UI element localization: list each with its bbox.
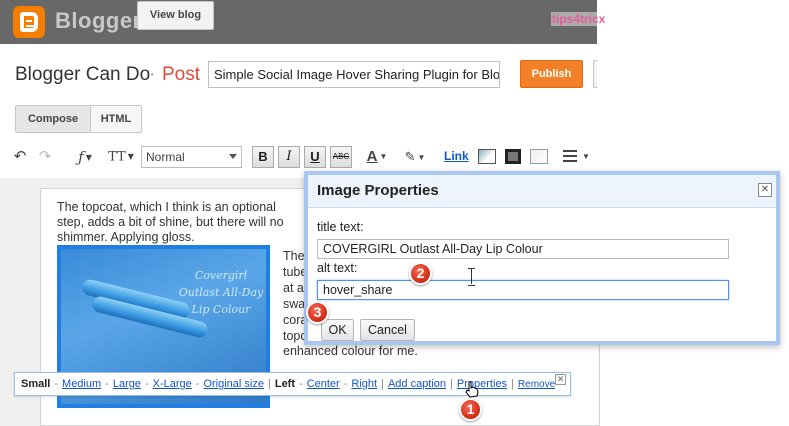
font-size-value: Normal [146,150,185,164]
insert-image-icon[interactable] [478,149,496,164]
size-medium-link[interactable]: Medium [62,378,101,390]
image-options-bubble: Small - Medium - Large - X-Large - Original size… [14,372,571,396]
align-chevron-icon[interactable]: ▼ [578,142,592,172]
post-title-input[interactable]: Simple Social Image Hover Sharing Plugin… [208,61,500,88]
size-small-label: Small [21,378,51,390]
align-left-label: Left [274,378,296,390]
text-color-icon[interactable]: A ▼ [364,142,390,172]
font-size-select[interactable]: Normal [141,146,242,168]
title-separator: · [149,64,156,85]
text-cursor-icon [468,268,475,286]
strikethrough-button[interactable]: ABC [330,146,352,168]
insert-video-icon[interactable] [505,149,521,164]
align-center-link[interactable]: Center [307,378,340,390]
hand-cursor-icon [465,381,479,398]
link-button[interactable]: Link [444,149,469,163]
font-family-icon[interactable]: ƒ ▼ [70,142,100,172]
add-caption-link[interactable]: Add caption [388,378,446,390]
title-text-label: title text: [317,220,364,234]
save-button[interactable] [593,60,597,88]
underline-button[interactable]: U [304,146,326,168]
remove-link[interactable]: Remove [518,379,555,390]
image-text: Covergirl Outlast All-Day Lip Colour [178,269,264,316]
section-title: Post [162,64,201,85]
step-marker-2: 2 [409,262,432,285]
alt-text-label: alt text: [317,261,358,275]
highlight-color-icon[interactable]: ✎ ▼ [400,142,430,172]
font-size-icon[interactable]: TT ▼ [106,142,136,172]
cancel-button[interactable]: Cancel [360,319,415,341]
step-marker-1: 1 [459,398,482,421]
blogger-logo-icon[interactable] [13,6,45,38]
ok-button[interactable]: OK [321,319,354,341]
dialog-title: Image Properties [317,182,439,199]
publish-button[interactable]: Publish [520,60,583,88]
image-properties-dialog: Image Properties ✕ title text: COVERGIRL… [304,171,780,345]
post-paragraph-1[interactable]: The topcoat, which I think is an optiona… [57,200,305,245]
blogger-logo-text[interactable]: Blogger [55,8,142,34]
redo-icon[interactable]: ↷ [36,142,54,172]
jump-break-icon[interactable] [530,149,548,164]
bold-button[interactable]: B [252,146,274,168]
align-right-link[interactable]: Right [351,378,377,390]
top-bar: Blogger View blog tips4tricx [0,0,607,44]
alt-text-field[interactable]: hover_share [317,280,729,300]
tab-html[interactable]: HTML [90,105,142,133]
post-paragraph-3[interactable]: enhanced colour for me. [283,344,453,358]
tab-compose[interactable]: Compose [15,105,91,133]
step-marker-3: 3 [306,301,329,324]
align-icon[interactable] [563,150,577,162]
size-large-link[interactable]: Large [113,378,141,390]
chevron-down-icon [229,154,237,159]
title-text-field[interactable]: COVERGIRL Outlast All-Day Lip Colour [317,239,729,259]
bubble-close-icon[interactable]: ✕ [555,374,566,385]
size-original-link[interactable]: Original size [203,378,264,390]
italic-button[interactable]: I [278,146,300,168]
undo-icon[interactable]: ↶ [11,142,29,172]
size-xlarge-link[interactable]: X-Large [153,378,192,390]
dialog-header: Image Properties ✕ [308,175,776,208]
watermark: tips4tricx [551,12,607,26]
view-blog-button[interactable]: View blog [137,1,214,30]
close-icon[interactable]: ✕ [758,183,772,197]
blog-name[interactable]: Blogger Can Do [15,64,150,86]
